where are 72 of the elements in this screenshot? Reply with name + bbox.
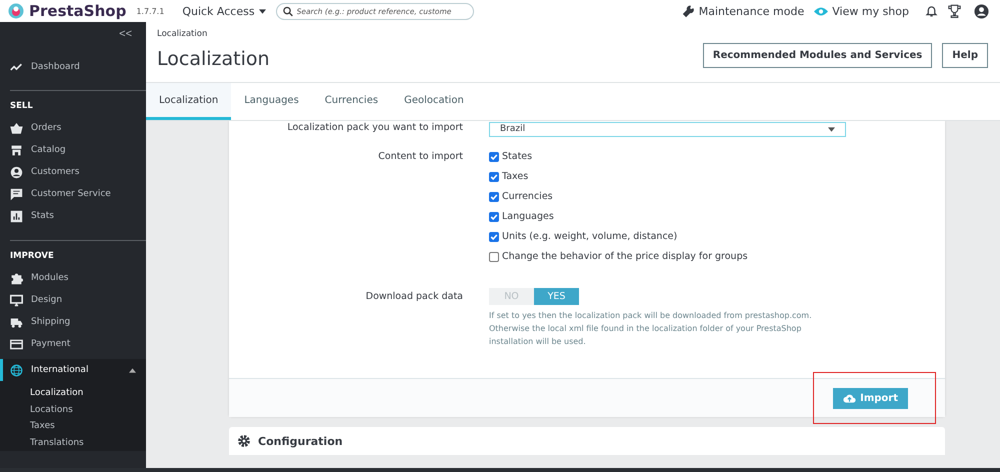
sidebar-item[interactable]: Customer Service bbox=[0, 183, 146, 205]
search-icon bbox=[282, 6, 293, 16]
page-title: Localization bbox=[157, 48, 270, 70]
header-button[interactable]: Help bbox=[942, 43, 988, 68]
trophy-icon[interactable] bbox=[948, 4, 961, 18]
quick-access-menu[interactable]: Quick Access bbox=[182, 4, 266, 18]
checkbox-label: Units (e.g. weight, volume, distance) bbox=[502, 231, 678, 242]
version-number: 1.7.7.1 bbox=[136, 6, 164, 16]
tab[interactable]: Geolocation bbox=[391, 83, 477, 120]
logo-icon bbox=[8, 3, 24, 19]
help-text: If set to yes then the localization pack will be downloaded from prestashop.com. Otherwise the local xml file found in the localization folder of your PrestaShop installation will be used. bbox=[489, 310, 813, 348]
settings-icon bbox=[237, 434, 251, 448]
person-icon bbox=[10, 166, 23, 178]
cloud-upload-icon bbox=[843, 392, 856, 404]
tab[interactable]: Localization bbox=[146, 83, 232, 120]
card-icon bbox=[10, 338, 23, 350]
truck-icon bbox=[10, 316, 23, 328]
wrench-icon bbox=[682, 4, 695, 18]
view-shop-link[interactable]: View my shop bbox=[832, 4, 909, 18]
field-label: Localization pack you want to import bbox=[286, 122, 463, 135]
chat-icon bbox=[10, 188, 23, 200]
sidebar-item[interactable]: Customers bbox=[0, 161, 146, 183]
checkbox-label: States bbox=[502, 151, 532, 162]
checkbox[interactable] bbox=[489, 232, 499, 242]
submenu-item[interactable]: Taxes bbox=[0, 418, 146, 434]
caret-icon bbox=[828, 127, 835, 132]
collapse-button[interactable]: << bbox=[119, 28, 132, 40]
maintenance-link[interactable]: Maintenance mode bbox=[698, 4, 804, 18]
sidebar-item[interactable]: Stats bbox=[0, 205, 146, 227]
sidebar-item[interactable]: Shipping bbox=[0, 311, 146, 333]
sidebar-item[interactable]: Design bbox=[0, 289, 146, 311]
section-title: Configuration bbox=[258, 434, 343, 448]
checkbox-label: Languages bbox=[502, 211, 554, 222]
sidebar-item[interactable]: Dashboard bbox=[0, 56, 146, 78]
eye-icon bbox=[814, 6, 828, 16]
field-label: Download pack data bbox=[364, 290, 463, 304]
sidebar-item[interactable]: Payment bbox=[0, 333, 146, 355]
submenu-item[interactable]: Localization bbox=[0, 385, 146, 402]
checkbox[interactable] bbox=[489, 212, 499, 222]
field-label: Content to import bbox=[377, 151, 463, 164]
submenu-item[interactable]: Translations bbox=[0, 434, 146, 451]
checkbox-label: Taxes bbox=[502, 171, 528, 182]
tab[interactable]: Currencies bbox=[312, 83, 392, 120]
header-button[interactable]: Recommended Modules and Services bbox=[702, 43, 932, 68]
submenu-item[interactable]: Locations bbox=[0, 402, 146, 418]
checkbox[interactable] bbox=[489, 172, 499, 182]
trend-icon bbox=[10, 60, 23, 74]
monitor-icon bbox=[10, 294, 23, 306]
sidebar-item[interactable]: Orders bbox=[0, 117, 146, 139]
checkbox[interactable] bbox=[489, 152, 499, 162]
caret-icon bbox=[258, 8, 266, 14]
country-select[interactable]: Brazil bbox=[489, 122, 846, 137]
account-icon[interactable] bbox=[974, 4, 989, 18]
bell-icon[interactable] bbox=[925, 4, 938, 18]
section-heading: IMPROVE bbox=[9, 251, 55, 263]
sidebar-item[interactable]: Catalog bbox=[0, 139, 146, 161]
puzzle-icon bbox=[10, 272, 23, 284]
sidebar-item[interactable]: International bbox=[0, 359, 146, 381]
tab[interactable]: Languages bbox=[231, 83, 312, 120]
caret-icon bbox=[129, 368, 136, 372]
brand-name: PrestaShop bbox=[29, 2, 126, 20]
globe-icon bbox=[10, 364, 23, 376]
checkbox[interactable] bbox=[489, 252, 499, 262]
basket-icon bbox=[10, 122, 23, 134]
section-heading: SELL bbox=[9, 101, 34, 113]
checkbox-label: Currencies bbox=[502, 191, 553, 202]
bar-chart-icon bbox=[10, 210, 23, 222]
breadcrumb[interactable]: Localization bbox=[157, 29, 270, 39]
checkbox[interactable] bbox=[489, 192, 499, 202]
checkbox-label: Change the behavior of the price display for groups bbox=[502, 251, 748, 262]
sidebar-item[interactable]: Modules bbox=[0, 267, 146, 289]
store-icon bbox=[10, 144, 23, 156]
